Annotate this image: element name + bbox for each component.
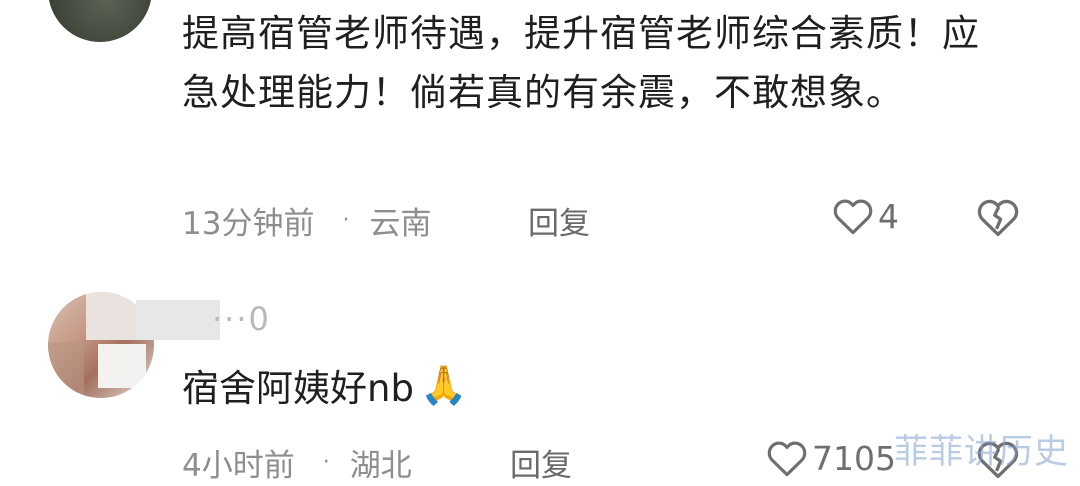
meta-separator: · — [342, 207, 350, 233]
comment-time: 4小时前 — [182, 447, 295, 484]
watermark: 菲菲讲历史 — [894, 432, 1069, 472]
comment-meta: 13分钟前 · 云南 — [182, 198, 431, 242]
username-redaction — [136, 300, 220, 340]
comment-text: 提高宿管老师待遇，提升宿管老师综合素质！应急处理能力！倘若真的有余震，不敢想象。 — [182, 12, 980, 114]
heart-outline-icon — [833, 199, 873, 235]
like-button[interactable]: 7105 — [766, 438, 896, 478]
comment-text: 宿舍阿姨好nb 🙏 — [182, 358, 467, 412]
comment-time: 13分钟前 — [182, 205, 315, 242]
folded-hands-emoji: 🙏 — [419, 362, 468, 407]
username[interactable]: ···0 — [212, 300, 271, 338]
dislike-button[interactable] — [976, 196, 1020, 242]
comment-body: 宿舍阿姨好nb — [182, 367, 414, 410]
heart-outline-icon — [767, 441, 807, 477]
comment-meta: 4小时前 · 湖北 — [182, 440, 412, 484]
like-button[interactable]: 4 — [832, 196, 899, 236]
reply-button[interactable]: 回复 — [510, 440, 572, 485]
comment-location: 湖北 — [349, 447, 412, 484]
reply-button[interactable]: 回复 — [528, 198, 590, 243]
avatar[interactable] — [48, 0, 152, 42]
comment-location: 云南 — [369, 205, 432, 242]
like-count: 7105 — [812, 438, 896, 478]
meta-separator: · — [322, 449, 330, 475]
like-count: 4 — [878, 196, 899, 236]
broken-heart-icon — [977, 199, 1019, 237]
